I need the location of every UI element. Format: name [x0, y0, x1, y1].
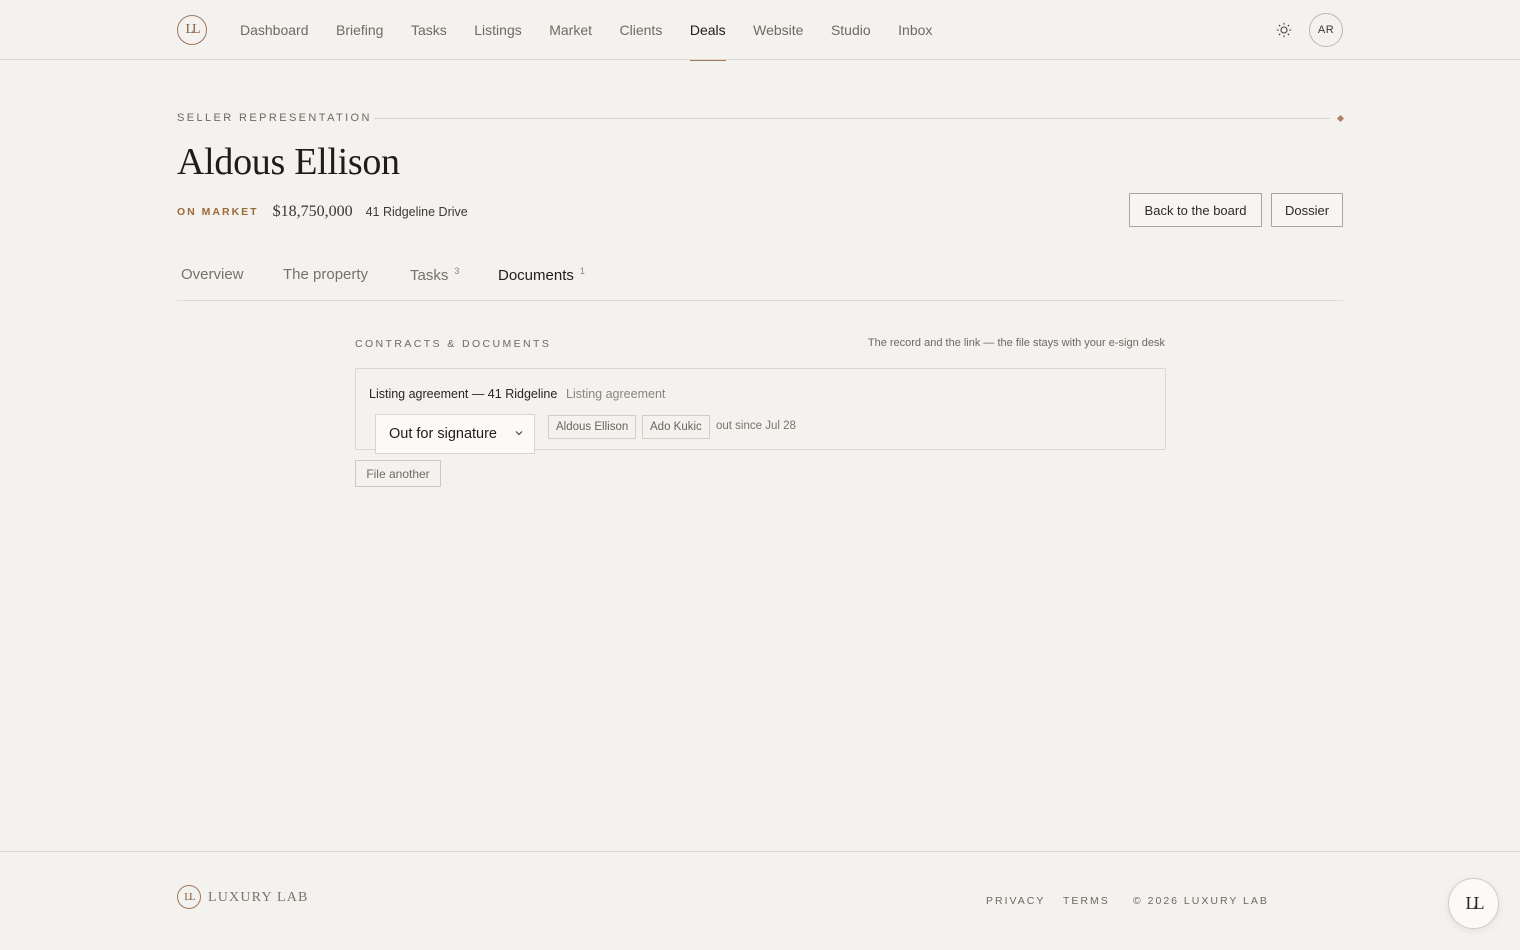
nav-item-listings[interactable]: Listings [474, 0, 521, 60]
back-to-board-button[interactable]: Back to the board [1129, 193, 1262, 227]
tab-documents[interactable]: Documents 1 [498, 266, 585, 284]
nav-item-inbox[interactable]: Inbox [898, 0, 932, 60]
page-title: Aldous Ellison [177, 141, 400, 183]
dossier-button[interactable]: Dossier [1271, 193, 1343, 227]
party-chip: Aldous Ellison [548, 415, 637, 439]
nav-item-website[interactable]: Website [753, 0, 803, 60]
user-avatar[interactable]: AR [1309, 13, 1343, 47]
footer-logo-icon: LL [177, 885, 201, 909]
privacy-link[interactable]: PRIVACY [986, 895, 1045, 907]
nav-item-dashboard[interactable]: Dashboard [240, 0, 309, 60]
nav-item-studio[interactable]: Studio [831, 0, 871, 60]
main-nav: Dashboard Briefing Tasks Listings Market… [240, 0, 960, 61]
nav-item-deals[interactable]: Deals [689, 0, 726, 61]
tab-count: 3 [454, 266, 460, 276]
document-card: Listing agreement — 41 Ridgeline Listing… [355, 368, 1166, 454]
property-address: 41 Ridgeline Drive [365, 205, 468, 219]
document-title: Listing agreement — 41 Ridgeline [369, 387, 558, 401]
chevron-down-icon [515, 431, 523, 436]
assistant-fab-button[interactable]: LL [1448, 878, 1499, 929]
nav-item-clients[interactable]: Clients [620, 0, 663, 60]
status-badge: ON MARKET [177, 206, 259, 218]
document-status-select[interactable]: Out for signature [375, 414, 535, 454]
tab-overview[interactable]: Overview [181, 266, 244, 283]
nav-item-tasks[interactable]: Tasks [411, 0, 447, 60]
brand-logo-icon[interactable]: LL [177, 15, 207, 45]
tab-label: Tasks [410, 267, 449, 284]
nav-item-briefing[interactable]: Briefing [336, 0, 383, 60]
deal-tabs: Overview The property Tasks 3 Documents 1 [177, 262, 1343, 301]
theme-toggle-button[interactable] [1272, 18, 1296, 42]
copyright: © 2026 LUXURY LAB [1133, 895, 1269, 907]
sun-icon [1276, 22, 1292, 38]
tab-label: Documents [498, 267, 574, 284]
deal-meta: ON MARKET $18,750,000 41 Ridgeline Drive [177, 202, 468, 222]
nav-item-market[interactable]: Market [549, 0, 592, 60]
top-navigation: LL Dashboard Briefing Tasks Listings Mar… [0, 0, 1520, 61]
section-note: The record and the link — the file stays… [867, 337, 1165, 349]
footer: LL LUXURY LAB PRIVACY TERMS © 2026 LUXUR… [0, 851, 1520, 950]
file-another-button[interactable]: File another [355, 460, 441, 487]
document-out-since: out since Jul 28 [716, 420, 796, 432]
tab-tasks[interactable]: Tasks 3 [410, 266, 459, 284]
section-label: CONTRACTS & DOCUMENTS [355, 338, 552, 350]
page-eyebrow: SELLER REPRESENTATION [177, 112, 372, 124]
status-select-value: Out for signature [389, 426, 497, 442]
document-type: Listing agreement [566, 387, 666, 401]
tab-count: 1 [579, 266, 585, 276]
eyebrow-divider [374, 118, 1330, 119]
tab-label: Overview [181, 266, 244, 283]
party-chip: Ado Kukic [642, 415, 710, 439]
footer-brand-name: LUXURY LAB [208, 890, 309, 905]
tab-label: The property [283, 266, 369, 283]
terms-link[interactable]: TERMS [1063, 895, 1110, 907]
tab-the-property[interactable]: The property [283, 266, 368, 283]
deal-price: $18,750,000 [272, 203, 353, 220]
diamond-icon [1336, 114, 1345, 123]
